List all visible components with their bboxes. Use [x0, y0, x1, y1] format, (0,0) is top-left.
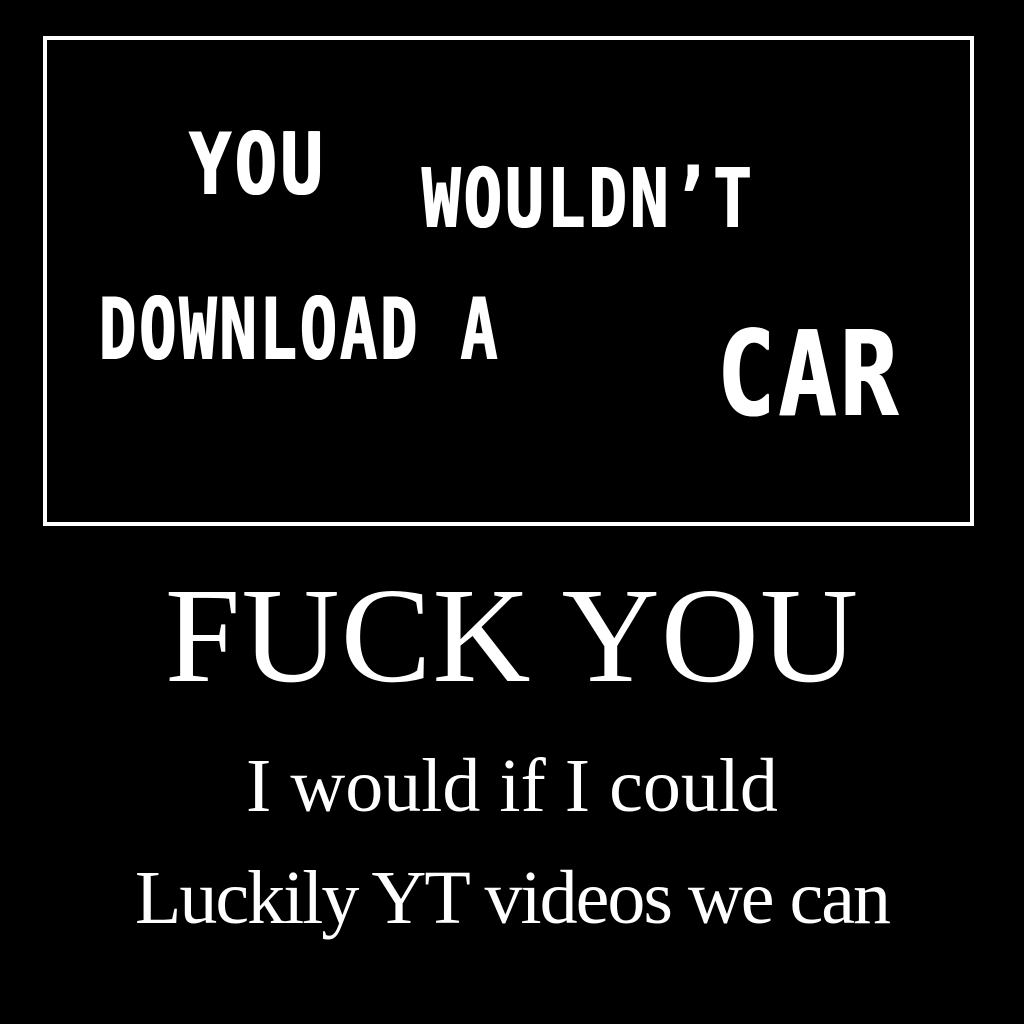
caption-headline: FUCK YOU: [164, 561, 860, 711]
caption-line-2: Luckily YT videos we can: [134, 856, 891, 940]
caption-line-1: I would if I could: [246, 744, 778, 828]
poster-word-wouldnt: WOULDN’T: [422, 152, 756, 247]
poster-word-you: YOU: [189, 115, 327, 215]
poster-frame: YOU WOULDN’T DOWNLOAD A CAR: [43, 36, 974, 526]
poster-word-car: CAR: [717, 305, 902, 443]
poster-words-download-a: DOWNLOAD A: [99, 280, 501, 380]
